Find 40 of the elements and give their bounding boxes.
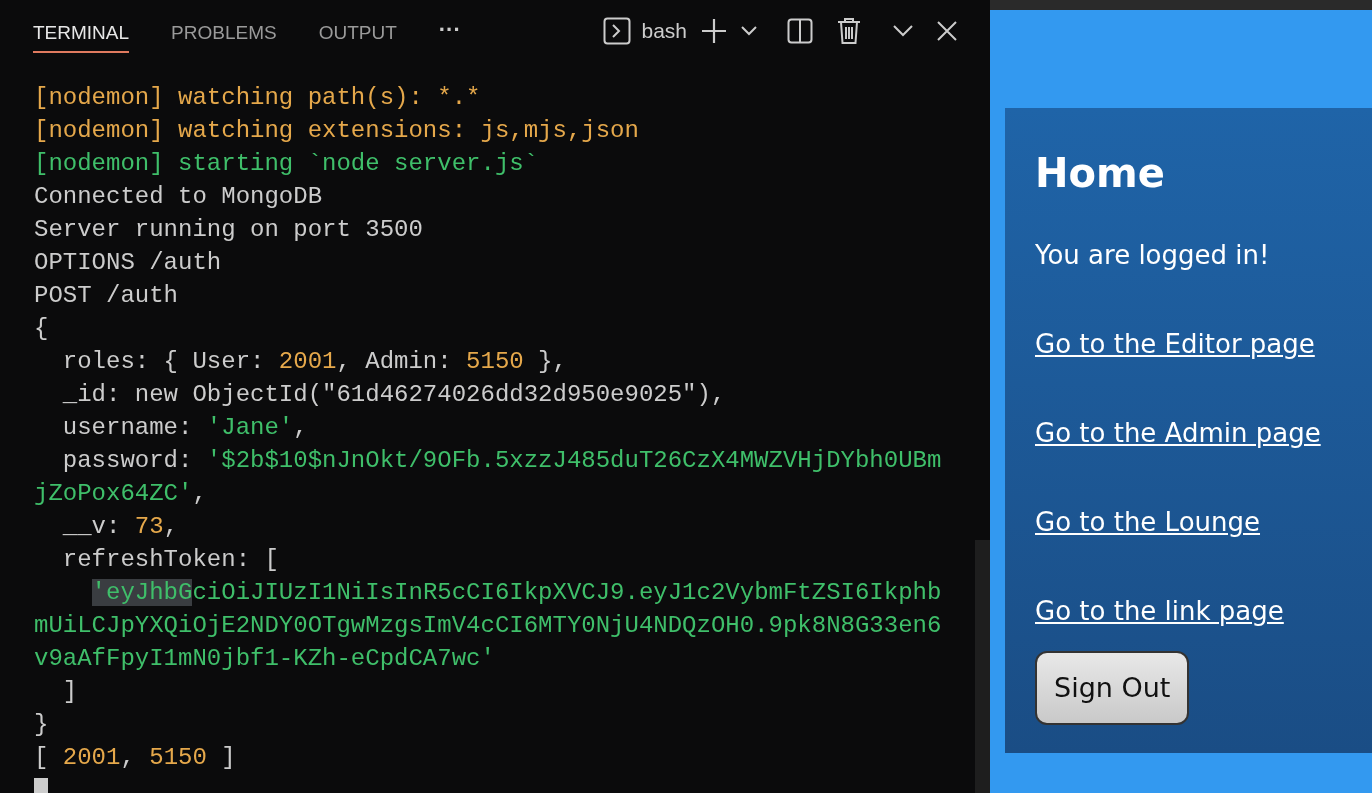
nav-link[interactable]: Go to the Editor page	[1035, 325, 1315, 364]
chevron-down-icon[interactable]	[741, 26, 757, 36]
terminal-line: _id: new ObjectId("61d46274026dd32d950e9025"),	[61, 380, 727, 410]
plus-icon[interactable]	[701, 18, 727, 44]
terminal-line: jZoPox64ZC',	[34, 479, 208, 509]
terminal-icon	[603, 17, 632, 45]
terminal-line: [nodemon] watching path(s): *.*	[34, 83, 482, 113]
split-icon[interactable]	[787, 18, 813, 44]
nav-link[interactable]: Go to the link page	[1035, 592, 1284, 631]
terminal-line: 'eyJhbGciOiJIUzI1NiIsInR5cCI6IkpXVCJ9.eyJ1c2VybmFtZSI6Ikphb	[90, 578, 943, 608]
nav-link[interactable]: Go to the Admin page	[1035, 414, 1321, 453]
terminal-line: v9aAfFpyI1mN0jbf1-KZh-eCpdCA7wc'	[34, 644, 496, 674]
trash-icon[interactable]	[837, 17, 861, 45]
more-menu-button[interactable]: ···	[438, 12, 461, 46]
login-message: You are logged in!	[1035, 239, 1270, 272]
terminal-line: Connected to MongoDB	[34, 182, 324, 212]
terminal-line: Server running on port 3500	[34, 215, 424, 245]
terminal-line: mUiLCJpYXQiOjE2NDY0OTgwMzgsImV4cCI6MTY0NjU4NDQzOH0.9pk8N8G33en6	[34, 611, 943, 641]
chevron-down-icon[interactable]	[893, 25, 913, 37]
terminal-line: [ 2001, 5150 ]	[34, 743, 237, 773]
panel-tab[interactable]: OUTPUT	[318, 9, 397, 53]
page-heading: Home	[1035, 149, 1165, 198]
terminal-line: refreshToken: [	[61, 545, 280, 575]
terminal-line: username: 'Jane',	[61, 413, 309, 443]
terminal-line: {	[34, 314, 50, 344]
shell-selector[interactable]: bash	[603, 15, 687, 47]
terminal-line: ]	[61, 677, 79, 707]
terminal-line: [nodemon] starting `node server.js`	[34, 149, 540, 179]
terminal-line: roles: { User: 2001, Admin: 5150 },	[61, 347, 568, 377]
sign-out-button[interactable]: Sign Out	[1035, 651, 1190, 725]
close-icon[interactable]	[937, 21, 957, 41]
terminal-line: [nodemon] watching extensions: js,mjs,json	[34, 116, 640, 146]
terminal-line: __v: 73,	[61, 512, 180, 542]
terminal-line: OPTIONS /auth	[34, 248, 223, 278]
terminal-line: }	[34, 710, 50, 740]
terminal-line: password: '$2b$10$nJnOkt/9OFb.5xzzJ485duT26CzX4MWZVHjDYbh0UBm	[61, 446, 943, 476]
panel-tab[interactable]: PROBLEMS	[171, 9, 277, 53]
terminal-line: POST /auth	[34, 281, 180, 311]
nav-link[interactable]: Go to the Lounge	[1035, 503, 1260, 542]
panel-tab[interactable]: TERMINAL	[33, 9, 130, 53]
